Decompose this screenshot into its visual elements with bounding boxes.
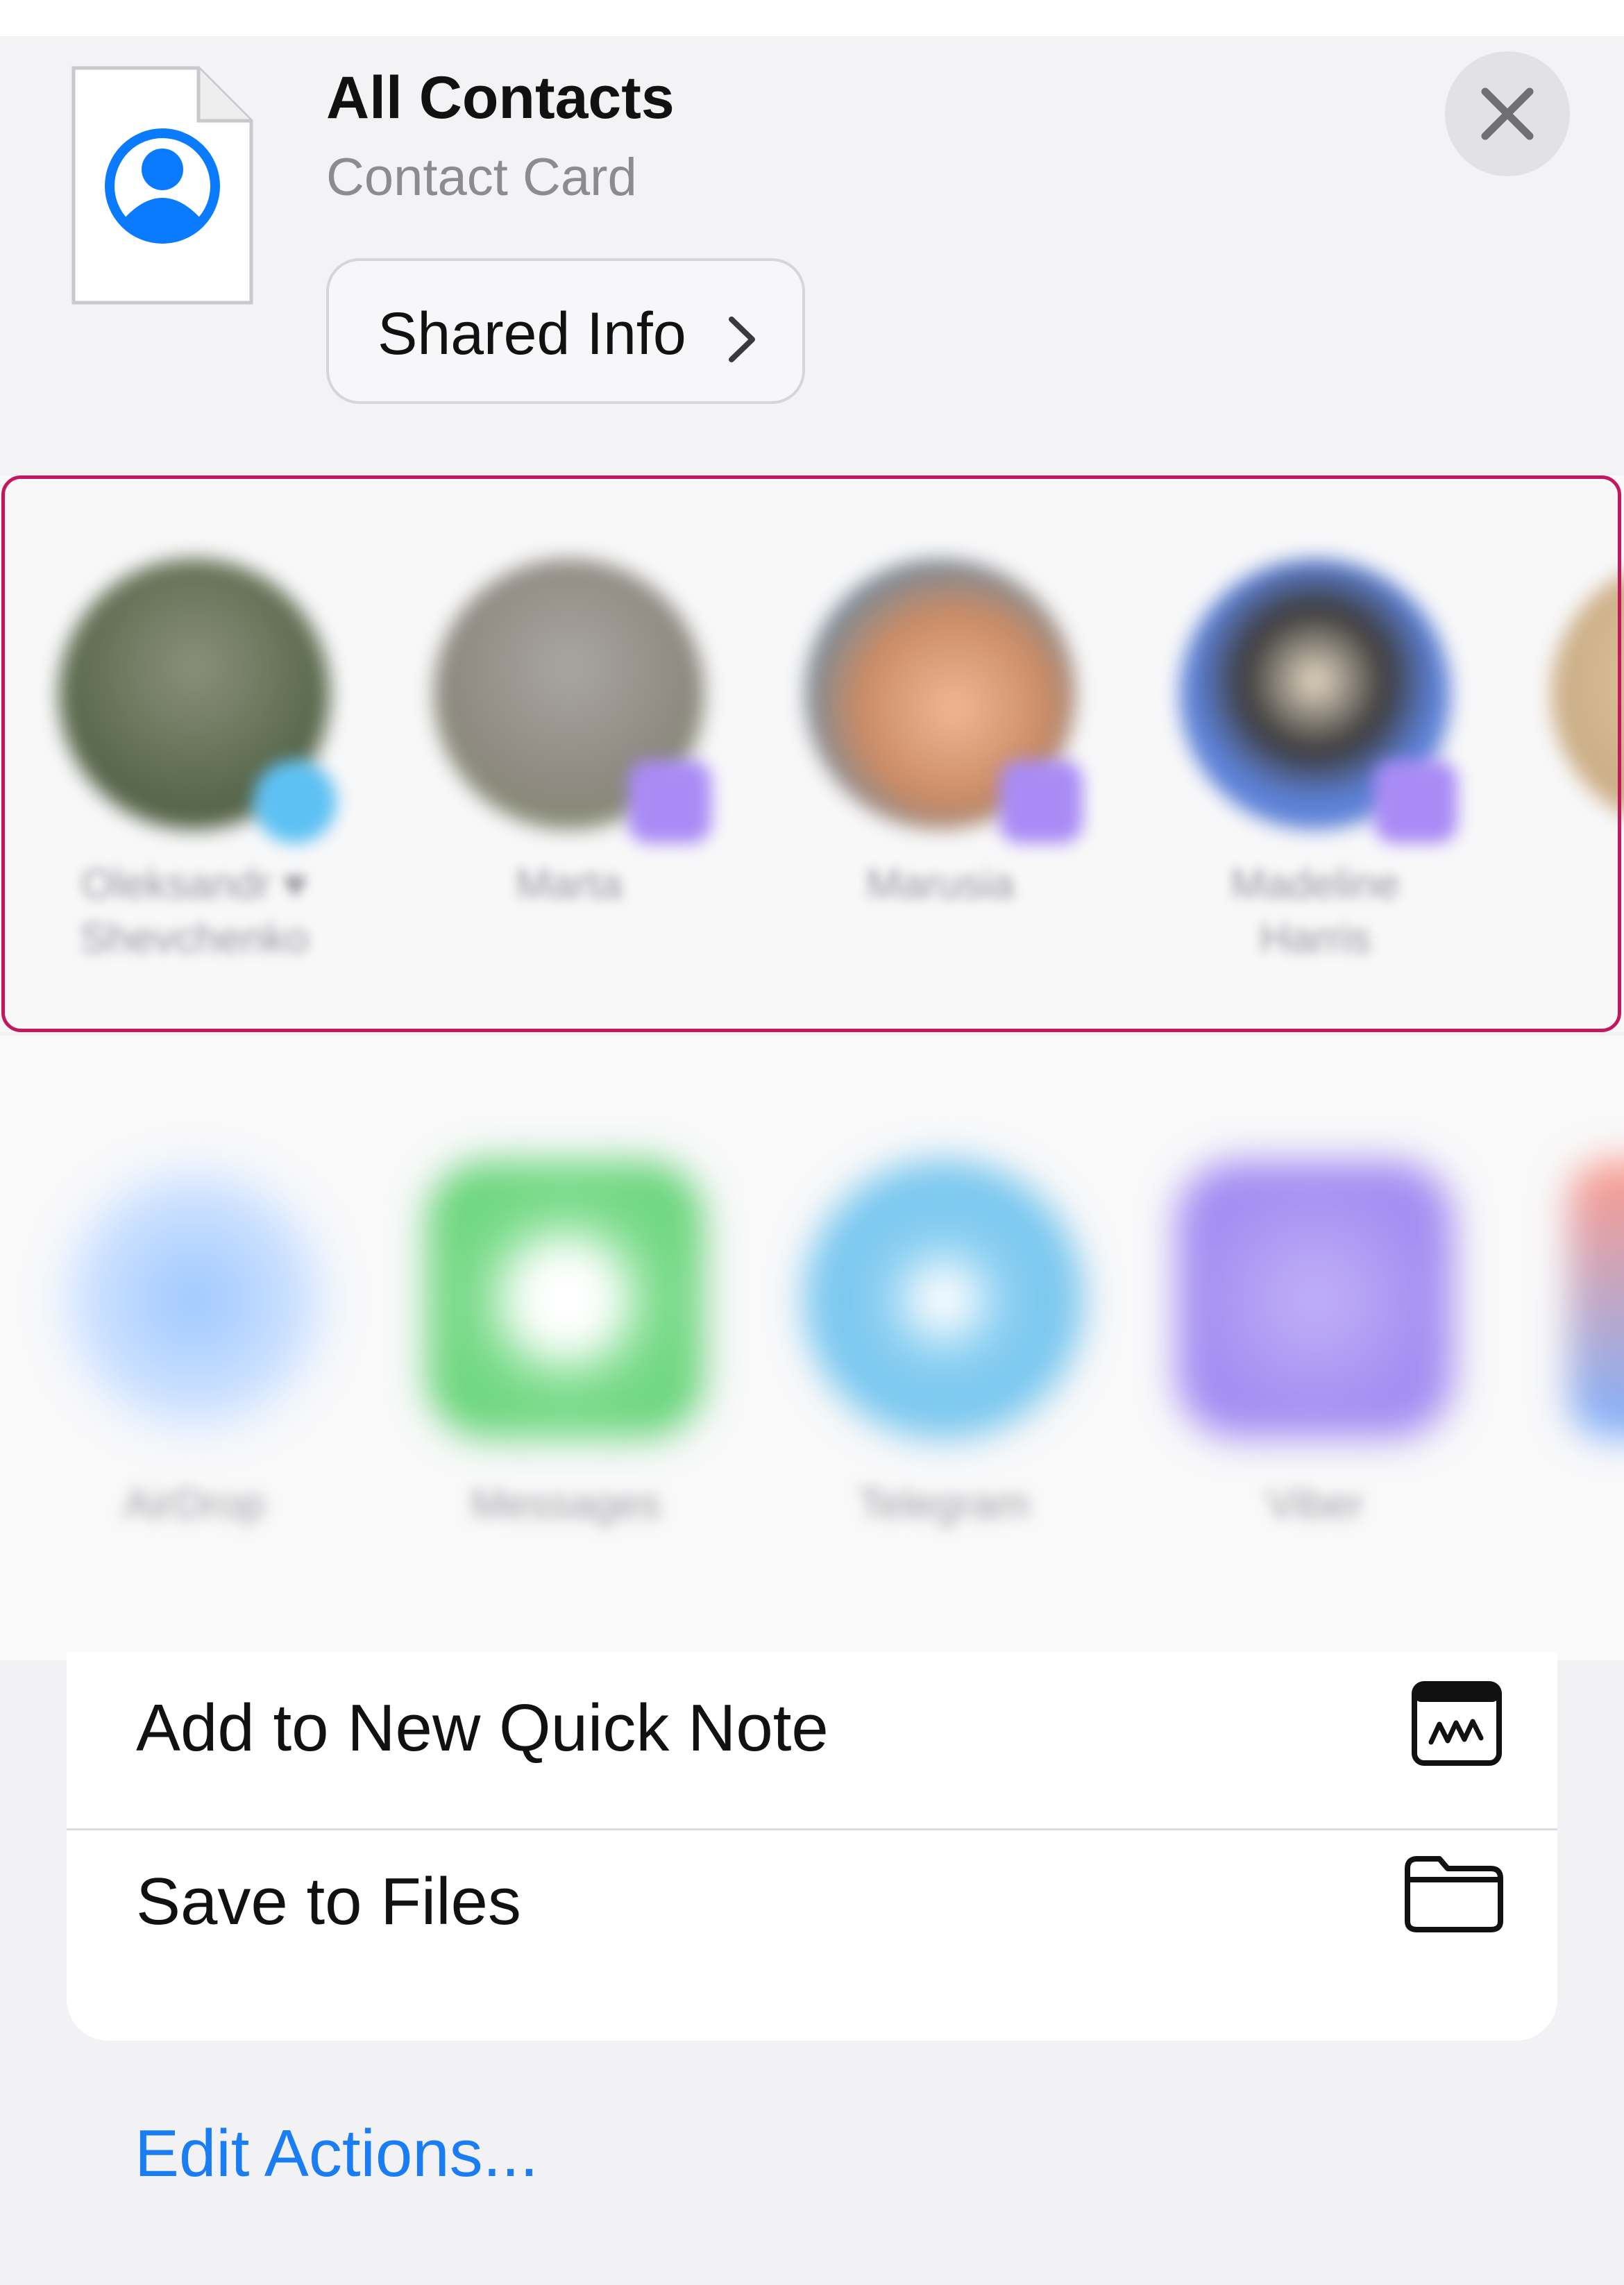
app-badge-icon <box>253 760 337 843</box>
shared-info-label: Shared Info <box>378 301 686 367</box>
action-add-quick-note[interactable]: Add to New Quick Note <box>67 1652 1557 1860</box>
person-suggestion[interactable] <box>1551 559 1624 829</box>
app-icon <box>1568 1161 1624 1438</box>
messages-icon <box>427 1161 704 1438</box>
person-name: Madeline Harris <box>1230 861 1400 961</box>
app-label: Viber <box>1267 1481 1364 1527</box>
viber-icon <box>1176 1161 1454 1438</box>
person-suggestion[interactable]: Mаrusia <box>805 559 1083 911</box>
share-title: All Contacts <box>326 65 675 131</box>
folder-icon <box>1405 1856 1503 1932</box>
action-label: Add to New Quick Note <box>136 1691 829 1765</box>
apps-row: AirDrop Messages Telegram Viber <box>0 1036 1624 1660</box>
person-suggestion[interactable]: Oleksandr ♥ Shevchenko <box>59 559 337 966</box>
app-label: Messages <box>471 1481 661 1527</box>
share-subtitle: Contact Card <box>326 148 637 207</box>
app-label: Telegram <box>858 1481 1030 1527</box>
app-badge-icon <box>999 760 1083 843</box>
chevron-right-icon <box>729 317 755 362</box>
person-name: Marta <box>516 861 623 907</box>
person-name: Mаrusia <box>866 861 1015 907</box>
action-label: Save to Files <box>136 1864 521 1939</box>
airdrop-icon <box>56 1161 333 1438</box>
person-name: Oleksandr ♥ Shevchenko <box>79 861 310 961</box>
avatar <box>1551 559 1624 829</box>
person-suggestion[interactable]: Marta <box>434 559 711 911</box>
divider <box>67 1828 1557 1830</box>
people-suggestions-row: Oleksandr ♥ Shevchenko Marta Mаrusia Mad… <box>0 475 1624 1032</box>
quick-note-icon <box>1412 1681 1502 1766</box>
status-strip <box>0 0 1624 36</box>
actions-list: Add to New Quick Note Save to Files <box>67 1652 1557 2041</box>
contact-file-icon <box>69 64 255 307</box>
shared-info-button[interactable]: Shared Info <box>326 258 805 404</box>
app-telegram[interactable]: Telegram <box>805 1161 1083 1528</box>
app-more[interactable] <box>1568 1161 1624 1438</box>
telegram-icon <box>805 1161 1083 1438</box>
app-messages[interactable]: Messages <box>427 1161 704 1528</box>
action-save-to-files[interactable]: Save to Files <box>67 1831 1557 2039</box>
person-suggestion[interactable]: Madeline Harris <box>1180 559 1457 966</box>
edit-actions-link[interactable]: Edit Actions... <box>135 2116 539 2192</box>
close-button[interactable] <box>1445 51 1570 176</box>
close-icon <box>1481 87 1534 140</box>
app-viber[interactable]: Viber <box>1176 1161 1454 1528</box>
app-badge-icon <box>628 760 711 843</box>
app-badge-icon <box>1374 760 1457 843</box>
app-label: AirDrop <box>124 1481 265 1527</box>
app-airdrop[interactable]: AirDrop <box>56 1161 333 1528</box>
